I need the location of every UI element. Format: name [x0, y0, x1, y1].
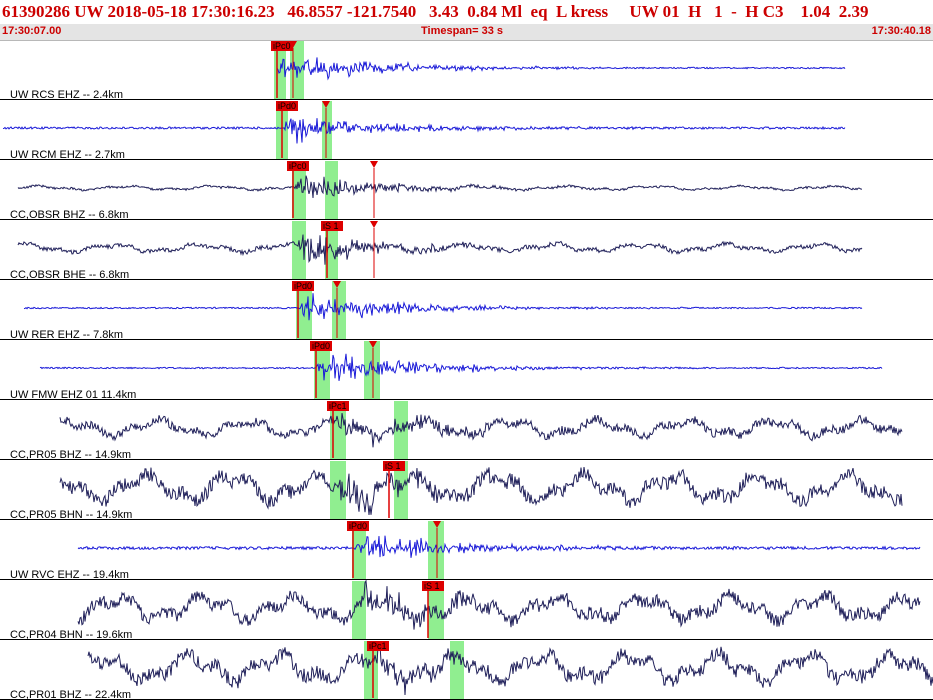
- trace-row: iPd0UW RCM EHZ -- 2.7km: [0, 101, 933, 161]
- pick-label: iPd0: [278, 101, 296, 111]
- time-axis-bar: 17:30:07.00 Timespan= 33 s 17:30:40.18: [0, 24, 933, 41]
- pick-label: iS 1: [424, 581, 440, 591]
- trace-row: iS 1CC,OBSR BHE -- 6.8km: [0, 221, 933, 281]
- event-title-bar: 61390286 UW 2018-05-18 17:30:16.23 46.85…: [0, 0, 933, 24]
- end-time: 17:30:40.18: [871, 25, 931, 37]
- waveform: [59, 467, 903, 516]
- pick-triangle: [370, 161, 378, 168]
- pick-label: iPd0: [349, 521, 367, 531]
- pick-label: iPc0: [289, 161, 307, 171]
- seismogram-panel[interactable]: iPc0UW RCS EHZ -- 2.4kmiPd0UW RCM EHZ --…: [0, 40, 933, 700]
- trace-row: iPc0UW RCS EHZ -- 2.4km: [0, 41, 933, 101]
- phase-window: [450, 641, 464, 700]
- event-summary: 61390286 UW 2018-05-18 17:30:16.23 46.85…: [2, 2, 869, 21]
- trace-row: iPd0UW RVC EHZ -- 19.4km: [0, 521, 933, 581]
- waveform: [23, 293, 863, 321]
- waveform: [17, 234, 863, 265]
- trace-row: iPd0UW RER EHZ -- 7.8km: [0, 281, 933, 341]
- station-label: CC,PR01 BHZ -- 22.4km: [10, 689, 131, 700]
- waveform: [77, 579, 921, 630]
- pick-label: iPc0: [273, 41, 291, 51]
- trace-row: iPd0UW FMW EHZ 01 11.4km: [0, 341, 933, 401]
- waveform: [17, 175, 862, 199]
- trace-row: iPc1CC,PR05 BHZ -- 14.9km: [0, 401, 933, 461]
- timespan: Timespan= 33 s: [421, 25, 504, 37]
- waveform: [2, 118, 846, 144]
- waveform: [59, 413, 903, 448]
- pick-label: iS 1: [385, 461, 401, 471]
- waveform: [77, 535, 921, 558]
- pick-label: iPc1: [369, 641, 387, 651]
- pick-triangle: [370, 221, 378, 228]
- waveform: [39, 353, 883, 381]
- trace-row: iPc1 CC,PR01 BHZ -- 22.4km: [0, 641, 933, 700]
- pick-label: iPd0: [312, 341, 330, 351]
- pick-label: iPc1: [329, 401, 347, 411]
- waveform: [87, 645, 933, 696]
- start-time: 17:30:07.00: [2, 25, 62, 37]
- trace-row: iPc0CC,OBSR BHZ -- 6.8km: [0, 161, 933, 221]
- pick-label: iS 1: [323, 221, 339, 231]
- waveform: [276, 57, 846, 81]
- trace-row: iS 1CC,PR04 BHN -- 19.6km: [0, 579, 933, 641]
- trace-row: iS 1CC,PR05 BHN -- 14.9km: [0, 461, 933, 521]
- pick-label: iPd0: [294, 281, 312, 291]
